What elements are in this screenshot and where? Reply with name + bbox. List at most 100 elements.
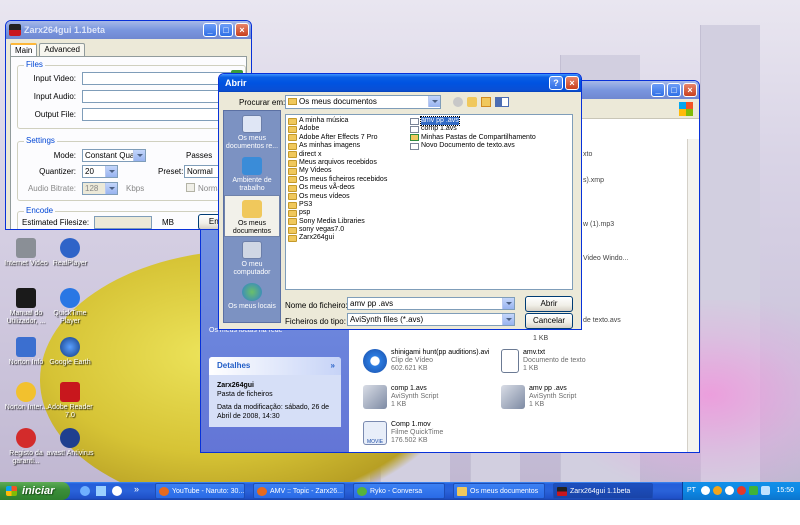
place-my-computer[interactable]: O meu computador bbox=[224, 237, 280, 279]
minimize-icon[interactable]: _ bbox=[651, 83, 665, 97]
chevron-down-icon bbox=[502, 298, 514, 309]
file-list-item[interactable]: A minha música bbox=[288, 117, 387, 125]
clock[interactable]: 15:50 bbox=[776, 482, 794, 500]
maximize-icon[interactable]: □ bbox=[219, 23, 233, 37]
quick-launch-ie-icon[interactable] bbox=[80, 486, 90, 496]
file-item[interactable]: amv pp .avs AviSynth Script 1 KB bbox=[501, 385, 576, 409]
filename-input[interactable]: amv pp .avs bbox=[347, 297, 515, 310]
tab-main[interactable]: Main bbox=[10, 43, 38, 56]
place-my-documents[interactable]: Os meus documentos bbox=[224, 195, 280, 237]
task-youtube[interactable]: YouTube - Naruto: 30... bbox=[155, 483, 245, 499]
file-item[interactable]: shinigami hunt(pp auditions).avi Clip de … bbox=[363, 349, 489, 373]
quantizer-stepper[interactable]: 20 bbox=[82, 165, 118, 178]
file-list-item[interactable]: Adobe bbox=[288, 125, 387, 134]
start-button[interactable]: iniciar bbox=[0, 482, 70, 500]
vertical-scrollbar[interactable] bbox=[687, 139, 699, 452]
tray-icon[interactable] bbox=[701, 486, 710, 495]
file-item[interactable]: MOVIE Comp 1.mov Filme QuickTime 176.502 K… bbox=[363, 421, 443, 445]
input-video-field[interactable] bbox=[82, 72, 232, 85]
open-file-dialog[interactable]: Abrir ? × Procurar em: Os meus documento… bbox=[218, 73, 582, 330]
normalize-checkbox[interactable] bbox=[186, 183, 195, 192]
folder-icon bbox=[288, 98, 297, 106]
tab-advanced[interactable]: Advanced bbox=[39, 43, 85, 56]
file-list-item[interactable]: sony vegas7.0 bbox=[288, 226, 387, 234]
file-list-item[interactable]: Os meus vídeos bbox=[288, 193, 387, 201]
file-list-item[interactable]: comp 1.avs bbox=[410, 125, 536, 134]
close-icon[interactable]: × bbox=[565, 76, 579, 90]
task-ryko[interactable]: Ryko - Conversa bbox=[353, 483, 445, 499]
quick-launch-media-icon[interactable] bbox=[112, 486, 122, 496]
audio-bitrate-select[interactable]: 128 bbox=[82, 182, 118, 195]
place-recent[interactable]: Os meus documentos re... bbox=[224, 111, 280, 153]
file-list-item[interactable]: PS3 bbox=[288, 201, 387, 209]
file-list-item[interactable]: Novo Documento de texto.avs bbox=[410, 142, 536, 150]
filetype-select[interactable]: AviSynth files (*.avs) bbox=[347, 313, 515, 326]
kbps-label: Kbps bbox=[126, 184, 145, 193]
place-network[interactable]: Os meus locais bbox=[224, 279, 280, 321]
file-item[interactable]: comp 1.avs AviSynth Script 1 KB bbox=[363, 385, 438, 409]
desktop-icon-quicktime[interactable]: QuickTime Player bbox=[44, 288, 96, 326]
input-video-label: Input Video: bbox=[33, 74, 76, 83]
maximize-icon[interactable]: □ bbox=[667, 83, 681, 97]
chevron-down-icon bbox=[133, 150, 145, 161]
minimize-icon[interactable]: _ bbox=[203, 23, 217, 37]
file-list-item[interactable]: Sony Media Libraries bbox=[288, 218, 387, 226]
expand-chevron-icon[interactable]: » bbox=[134, 484, 139, 494]
new-folder-icon[interactable] bbox=[481, 97, 491, 107]
partial-label: de texto.avs bbox=[583, 317, 621, 324]
close-icon[interactable]: × bbox=[683, 83, 697, 97]
chevron-down-icon bbox=[502, 314, 514, 325]
file-list-item[interactable]: amv pp .avs bbox=[410, 115, 536, 127]
file-list[interactable]: A minha música Adobe Adobe After Effects 7… bbox=[285, 114, 573, 290]
look-in-select[interactable]: Os meus documentos bbox=[285, 95, 441, 109]
file-list-item[interactable]: Zarx264gui bbox=[288, 234, 387, 243]
up-folder-icon[interactable] bbox=[467, 97, 477, 107]
file-list-item[interactable]: Minhas Pastas de Compartilhamento bbox=[410, 134, 536, 142]
dialog-titlebar[interactable]: Abrir ? × bbox=[219, 74, 581, 92]
desktop-icon-google-earth[interactable]: Google Earth bbox=[44, 337, 96, 367]
zarx264gui-window[interactable]: Zarx264gui 1.1beta _ □ × Main Advanced F… bbox=[5, 20, 252, 230]
desktop-icon-realplayer[interactable]: RealPlayer bbox=[44, 238, 96, 268]
view-menu-icon[interactable] bbox=[495, 97, 509, 107]
task-amv[interactable]: AMV :: Topic - Zarx26... bbox=[253, 483, 345, 499]
file-list-item[interactable]: My Videos bbox=[288, 167, 387, 176]
file-list-item[interactable]: Os meus vÃ-deos bbox=[288, 184, 387, 192]
tray-icon[interactable] bbox=[737, 486, 746, 495]
zarx-app-icon bbox=[9, 24, 21, 36]
tray-icon[interactable] bbox=[713, 486, 722, 495]
cancel-button[interactable]: Cancelar bbox=[525, 313, 573, 329]
avast-icon bbox=[60, 428, 80, 448]
open-button[interactable]: Abrir bbox=[525, 296, 573, 312]
file-list-item[interactable]: Adobe After Effects 7 Pro bbox=[288, 134, 387, 142]
desktop-icon-avast[interactable]: avast! Antivirus bbox=[44, 428, 96, 458]
tray-icon[interactable] bbox=[761, 486, 770, 495]
file-list-item[interactable]: Meus arquivos recebidos bbox=[288, 159, 387, 167]
task-zarx264gui[interactable]: Zarx264gui 1.1beta bbox=[553, 483, 653, 499]
zarx-titlebar[interactable]: Zarx264gui 1.1beta _ □ × bbox=[6, 21, 251, 39]
mode-select[interactable]: Constant Quality bbox=[82, 149, 146, 162]
place-desktop[interactable]: Ambiente de trabalho bbox=[224, 153, 280, 195]
partial-label: xto bbox=[583, 151, 593, 158]
file-item[interactable]: amv.txt Documento de texto 1 KB bbox=[501, 349, 586, 373]
quick-launch-desktop-icon[interactable] bbox=[96, 486, 106, 496]
folder-icon bbox=[288, 151, 297, 159]
my-documents-icon bbox=[242, 200, 262, 218]
close-icon[interactable]: × bbox=[235, 23, 249, 37]
task-my-documents[interactable]: Os meus documentos bbox=[453, 483, 545, 499]
file-list-item[interactable]: psp bbox=[288, 209, 387, 217]
input-audio-field[interactable] bbox=[82, 90, 232, 103]
file-list-item[interactable]: Os meus ficheiros recebidos bbox=[288, 176, 387, 184]
help-icon[interactable]: ? bbox=[549, 76, 563, 90]
language-indicator[interactable]: PT bbox=[687, 482, 696, 500]
details-header[interactable]: Detalhes » bbox=[209, 357, 341, 375]
file-list-item[interactable]: As minhas imagens bbox=[288, 142, 387, 150]
desktop-icon-adobe-reader[interactable]: Adobe Reader 7.0 bbox=[44, 382, 96, 420]
folder-icon bbox=[288, 142, 297, 150]
file-list-item[interactable]: direct x bbox=[288, 151, 387, 159]
back-icon[interactable] bbox=[453, 97, 463, 107]
file-name: sony vegas7.0 bbox=[299, 226, 345, 234]
output-file-field[interactable] bbox=[82, 108, 232, 121]
tray-icon[interactable] bbox=[725, 486, 734, 495]
tray-icon[interactable] bbox=[749, 486, 758, 495]
collapse-icon[interactable]: » bbox=[331, 357, 335, 375]
